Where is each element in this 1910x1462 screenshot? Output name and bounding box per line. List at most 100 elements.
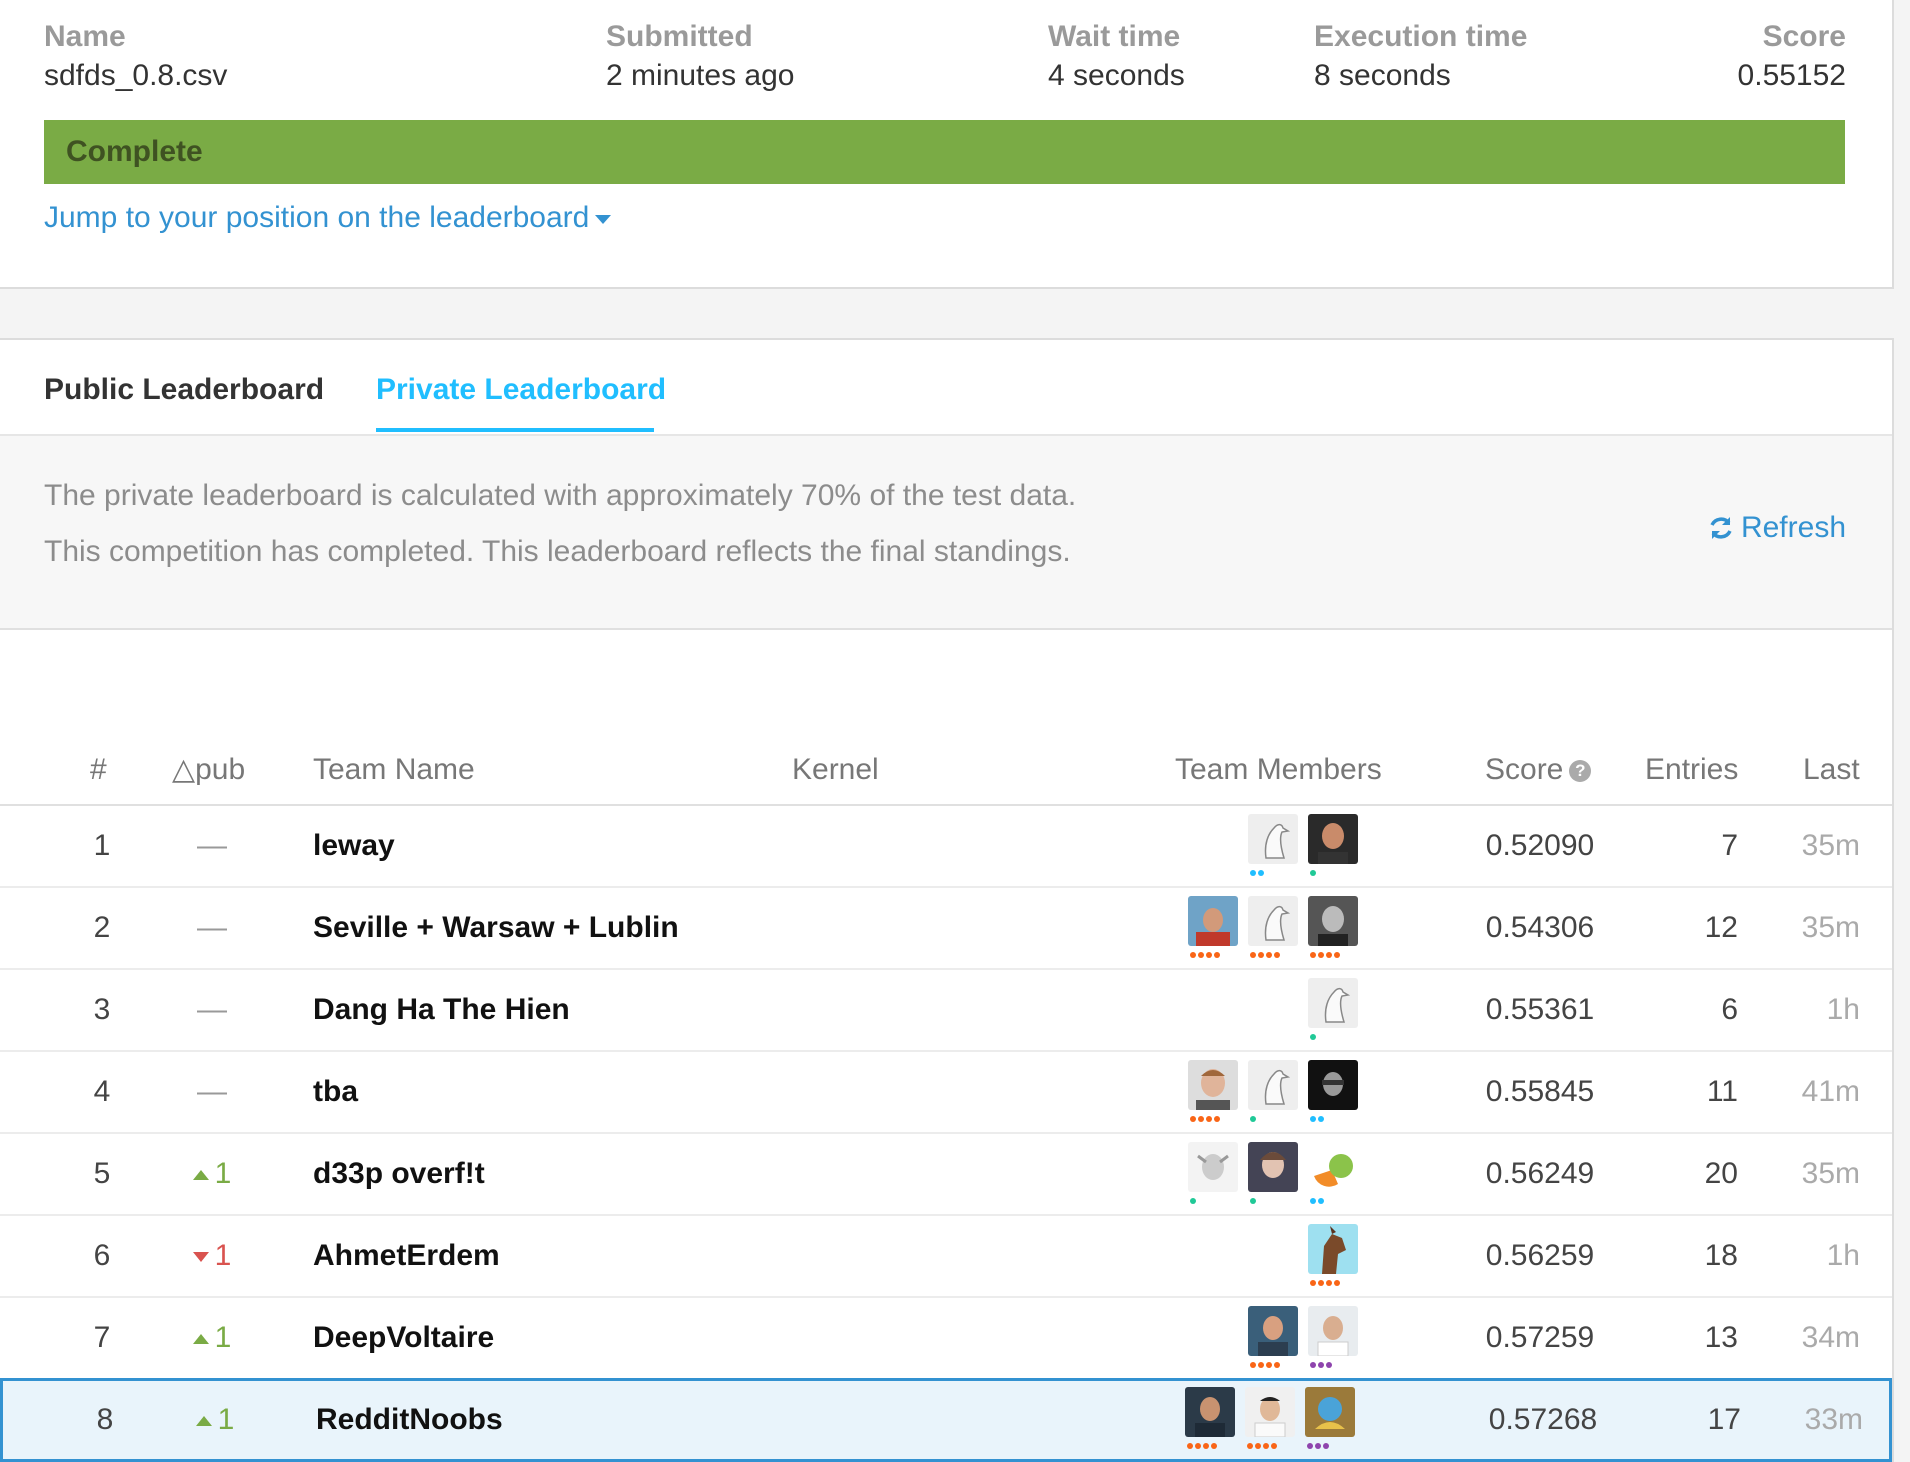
team-name-link[interactable]: DeepVoltaire (313, 1318, 494, 1358)
tier-indicator (1310, 870, 1316, 876)
wait-time-value: 4 seconds (1048, 59, 1185, 92)
submitted-label: Submitted (606, 20, 753, 53)
last-cell: 34m (1801, 1321, 1860, 1354)
team-members (1185, 1387, 1355, 1453)
entries-cell: 20 (1704, 1157, 1738, 1190)
refresh-label: Refresh (1740, 511, 1846, 544)
person-avatar[interactable] (1308, 1306, 1358, 1356)
tier-indicator (1307, 1443, 1329, 1449)
goose-avatar[interactable] (1248, 896, 1298, 946)
table-row[interactable]: 2 — Seville + Warsaw + Lublin 0.54306 12… (0, 888, 1892, 970)
team-name-link[interactable]: leway (313, 826, 395, 866)
delta-cell: 1 (170, 1154, 254, 1194)
jump-to-position-link[interactable]: Jump to your position on the leaderboard (44, 198, 612, 238)
last-cell: 33m (1804, 1403, 1863, 1436)
execution-time-label: Execution time (1314, 20, 1528, 53)
header-score-label: Score (1485, 753, 1564, 786)
caret-down-icon (595, 214, 612, 224)
person-avatar[interactable] (1185, 1387, 1235, 1437)
submitted-value: 2 minutes ago (606, 59, 795, 92)
wait-time-label: Wait time (1048, 20, 1181, 53)
team-name-link[interactable]: tba (313, 1072, 358, 1112)
team-name-link[interactable]: d33p overf!t (313, 1154, 485, 1194)
header-entries[interactable]: Entries (1645, 750, 1738, 790)
tier-indicator (1310, 952, 1340, 958)
fruit-avatar[interactable] (1308, 1142, 1358, 1192)
tier-indicator (1310, 1280, 1340, 1286)
delta-cell: — (197, 911, 227, 944)
last-cell: 35m (1801, 829, 1860, 862)
delta-value: 1 (217, 1403, 235, 1436)
rank-cell: 7 (93, 1321, 111, 1354)
table-row[interactable]: 4 — tba 0.55845 11 41m (0, 1052, 1892, 1134)
submitted-column: Submitted 2 minutes ago (606, 18, 794, 96)
team-name-link[interactable]: AhmetErdem (313, 1236, 500, 1276)
tier-indicator (1187, 1443, 1217, 1449)
team-name-link[interactable]: Dang Ha The Hien (313, 990, 570, 1030)
table-row[interactable]: 5 1 d33p overf!t 0.56249 20 35m (0, 1134, 1892, 1216)
tab-public-leaderboard[interactable]: Public Leaderboard (44, 370, 324, 410)
header-score[interactable]: Score? (1485, 750, 1592, 790)
person-avatar[interactable] (1188, 896, 1238, 946)
horse-avatar[interactable] (1308, 1224, 1358, 1274)
team-name-link[interactable]: Seville + Warsaw + Lublin (313, 908, 679, 948)
tab-private-leaderboard[interactable]: Private Leaderboard (376, 370, 666, 410)
team-name-link[interactable]: RedditNoobs (316, 1400, 503, 1440)
team-members (1308, 978, 1358, 1044)
table-row[interactable]: 7 1 DeepVoltaire 0.57259 13 34m (0, 1298, 1892, 1380)
rank-cell: 8 (96, 1403, 114, 1436)
tier-indicator (1250, 1116, 1256, 1122)
person-avatar[interactable] (1308, 896, 1358, 946)
table-row[interactable]: 3 — Dang Ha The Hien 0.55361 6 1h (0, 970, 1892, 1052)
last-cell: 41m (1801, 1075, 1860, 1108)
current-user-row[interactable]: 8 1 RedditNoobs 0.57268 17 33m (0, 1378, 1892, 1462)
header-rank[interactable]: # (90, 750, 107, 790)
score-cell: 0.56249 (1485, 1157, 1595, 1190)
leaderboard-table-header: # △pub Team Name Kernel Team Members Sco… (0, 742, 1892, 806)
person-avatar[interactable] (1248, 1306, 1298, 1356)
info-line-1: The private leaderboard is calculated wi… (44, 479, 1077, 512)
entries-cell: 17 (1707, 1403, 1741, 1436)
last-cell: 35m (1801, 911, 1860, 944)
arrow-down-icon (192, 1252, 209, 1263)
delta-cell: 1 (170, 1236, 254, 1276)
team-members (1188, 1142, 1358, 1208)
arrow-up-icon (195, 1416, 212, 1427)
person-avatar[interactable] (1308, 814, 1358, 864)
rank-cell: 6 (93, 1239, 111, 1272)
table-row[interactable]: 6 1 AhmetErdem 0.56259 18 1h (0, 1216, 1892, 1298)
header-team-name[interactable]: Team Name (313, 750, 475, 790)
tier-indicator (1247, 1443, 1277, 1449)
entries-cell: 12 (1704, 911, 1738, 944)
header-public-delta[interactable]: △pub (172, 750, 245, 790)
team-members (1188, 1060, 1358, 1126)
person-avatar[interactable] (1308, 1060, 1358, 1110)
score-cell: 0.55361 (1485, 993, 1595, 1026)
tier-indicator (1190, 1116, 1220, 1122)
person-avatar[interactable] (1248, 1142, 1298, 1192)
rank-cell: 2 (93, 911, 111, 944)
help-icon[interactable]: ? (1569, 760, 1592, 782)
artwork-avatar[interactable] (1305, 1387, 1355, 1437)
score-cell: 0.52090 (1485, 829, 1595, 862)
tier-indicator (1250, 870, 1264, 876)
person-avatar[interactable] (1245, 1387, 1295, 1437)
name-label: Name (44, 20, 126, 53)
leaderboard-card: Public Leaderboard Private Leaderboard T… (0, 338, 1894, 1462)
score-value: 0.55152 (1737, 59, 1846, 92)
person-avatar[interactable] (1188, 1060, 1238, 1110)
goose-avatar[interactable] (1248, 1060, 1298, 1110)
rank-cell: 1 (93, 829, 111, 862)
delta-value: 1 (214, 1321, 232, 1354)
entries-cell: 7 (1721, 829, 1738, 862)
arrow-up-icon (192, 1334, 209, 1345)
goose-avatar[interactable] (1248, 814, 1298, 864)
header-kernel: Kernel (792, 753, 879, 786)
team-members (1188, 896, 1358, 962)
delta-cell: — (197, 829, 227, 862)
refresh-button[interactable]: Refresh (1707, 508, 1846, 548)
table-row[interactable]: 1 — leway 0.52090 7 35m (0, 806, 1892, 888)
goose-avatar[interactable] (1308, 978, 1358, 1028)
header-last[interactable]: Last (1803, 750, 1860, 790)
person-avatar[interactable] (1188, 1142, 1238, 1192)
